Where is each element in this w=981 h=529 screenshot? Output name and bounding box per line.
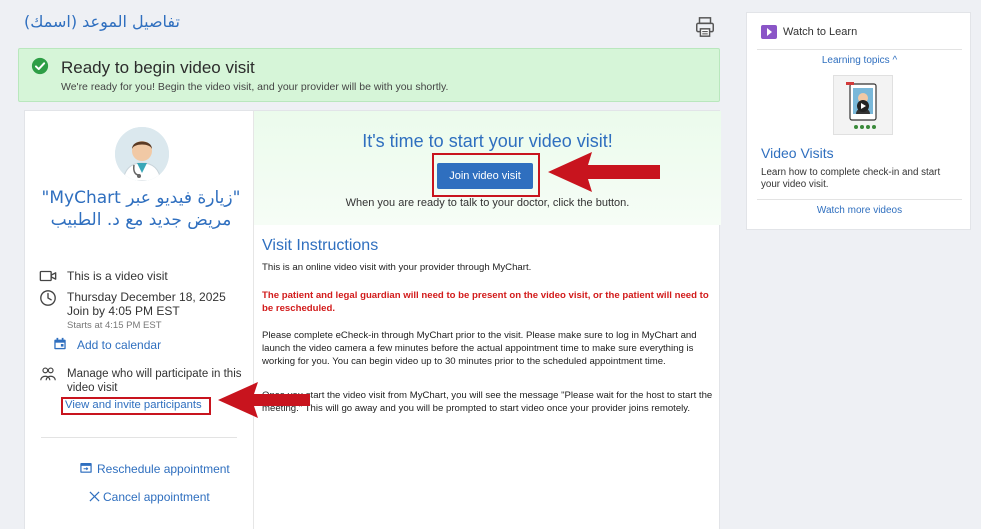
doctor-icon <box>115 127 169 181</box>
divider <box>41 437 237 438</box>
cancel-appointment-link[interactable]: Cancel appointment <box>103 490 210 504</box>
video-thumbnail[interactable] <box>833 75 893 135</box>
manage-participants-line2: video visit <box>67 382 118 394</box>
pointer-arrow-join <box>548 152 660 192</box>
instruction-paragraph: Please complete eCheck-in through MyChar… <box>262 330 697 367</box>
video-visit-label: This is a video visit <box>67 269 168 283</box>
page-title: تفاصيل الموعد (اسمك) <box>24 12 180 31</box>
printer-icon[interactable] <box>694 16 716 38</box>
clock-icon <box>40 290 56 306</box>
reschedule-calendar-icon <box>80 463 92 473</box>
learning-topics-toggle[interactable]: Learning topics ^ <box>747 55 972 66</box>
watch-to-learn-panel: Watch to Learn Learning topics ^ Video V… <box>746 12 971 230</box>
video-play-icon <box>761 25 777 39</box>
calendar-icon <box>54 337 66 350</box>
view-invite-participants-link[interactable]: View and invite participants <box>65 399 202 411</box>
visit-type-line2: مريض جديد مع د. الطبيب <box>50 210 232 230</box>
provider-avatar <box>115 127 169 181</box>
banner-title: Ready to begin video visit <box>61 58 255 77</box>
video-title[interactable]: Video Visits <box>761 145 834 161</box>
status-banner: Ready to begin video visit We're ready f… <box>18 48 720 102</box>
instruction-paragraph: This is an online video visit with your … <box>262 262 532 273</box>
add-to-calendar-link[interactable]: Add to calendar <box>77 338 161 352</box>
divider <box>757 199 962 200</box>
appointment-date: Thursday December 18, 2025 <box>67 290 226 304</box>
video-camera-icon <box>39 270 57 282</box>
start-time: Starts at 4:15 PM EST <box>67 320 162 331</box>
watch-more-videos-link[interactable]: Watch more videos <box>747 205 972 216</box>
reschedule-appointment-link[interactable]: Reschedule appointment <box>97 462 230 476</box>
start-visit-subtitle: When you are ready to talk to your docto… <box>345 197 630 209</box>
visit-instructions-title: Visit Instructions <box>262 237 379 254</box>
check-circle-icon <box>31 57 49 75</box>
visit-type-title: "زيارة فيديو عبر MyChart" مريض جديد مع د… <box>31 187 251 231</box>
manage-participants-line1: Manage who will participate in this <box>67 368 242 380</box>
join-by-time: Join by 4:05 PM EST <box>67 304 180 318</box>
banner-subtitle: We're ready for you! Begin the video vis… <box>61 81 449 93</box>
video-thumbnail-icon <box>846 82 877 129</box>
watch-to-learn-title: Watch to Learn <box>783 26 858 38</box>
close-icon <box>89 491 100 502</box>
visit-type-line1: "زيارة فيديو عبر MyChart" <box>41 188 241 208</box>
video-description: Learn how to complete check-in and start… <box>761 167 941 190</box>
instruction-warning: The patient and legal guardian will need… <box>262 290 709 314</box>
instruction-paragraph: Once you start the video visit from MyCh… <box>262 390 713 414</box>
divider <box>757 49 962 50</box>
appointment-details-pane: "زيارة فيديو عبر MyChart" مريض جديد مع د… <box>25 111 253 529</box>
start-visit-title: It's time to start your video visit! <box>362 131 613 151</box>
participants-icon <box>40 367 56 381</box>
join-video-visit-button[interactable]: Join video visit <box>437 163 533 189</box>
pointer-arrow-invite <box>218 382 310 418</box>
